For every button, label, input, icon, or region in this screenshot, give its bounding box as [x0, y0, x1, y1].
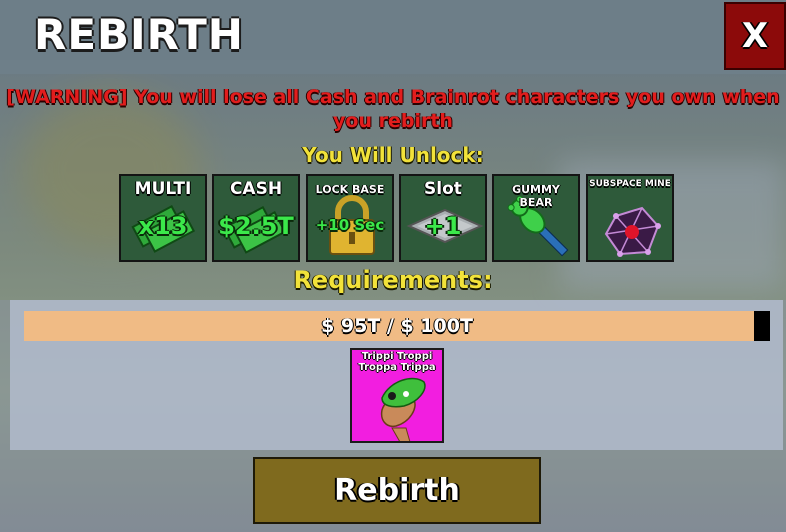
warning-text: [WARNING] You will lose all Cash and Bra… [6, 86, 780, 132]
page-title: REBIRTH [34, 10, 244, 59]
close-button[interactable]: X [724, 2, 786, 70]
unlock-card-lock-base: LOCK BASE +10 Sec [306, 174, 394, 262]
unlock-card-slot: Slot +1 [399, 174, 487, 262]
card-label: SUBSPACE MINE [589, 179, 671, 189]
cash-progress-bar: $ 95T / $ 100T [24, 311, 770, 341]
card-label: CASH [229, 179, 283, 199]
unlock-card-subspace-mine: SUBSPACE MINE [586, 174, 674, 262]
requirements-heading: Requirements: [293, 266, 493, 294]
card-label: LOCK BASE [315, 183, 385, 196]
unlock-card-gummy-bear: GUMMY BEAR [492, 174, 580, 262]
required-brainrot-card: Trippi Troppi Troppa Trippa [350, 348, 444, 443]
card-value: $2.5T [218, 212, 294, 240]
unlock-heading: You Will Unlock: [302, 143, 484, 167]
card-value: +1 [424, 212, 462, 240]
card-value: x13 [138, 212, 188, 240]
unlock-card-multi: MULTI x13 [119, 174, 207, 262]
card-label: GUMMY BEAR [512, 183, 560, 209]
rebirth-button[interactable]: Rebirth [253, 457, 541, 524]
card-label: Slot [424, 179, 462, 199]
card-label: MULTI [134, 179, 192, 199]
unlock-card-cash: CASH $2.5T [212, 174, 300, 262]
brainrot-name: Trippi Troppi Troppa Trippa [358, 351, 436, 373]
card-value: +10 Sec [315, 216, 385, 234]
progress-text: $ 95T / $ 100T [321, 315, 473, 337]
